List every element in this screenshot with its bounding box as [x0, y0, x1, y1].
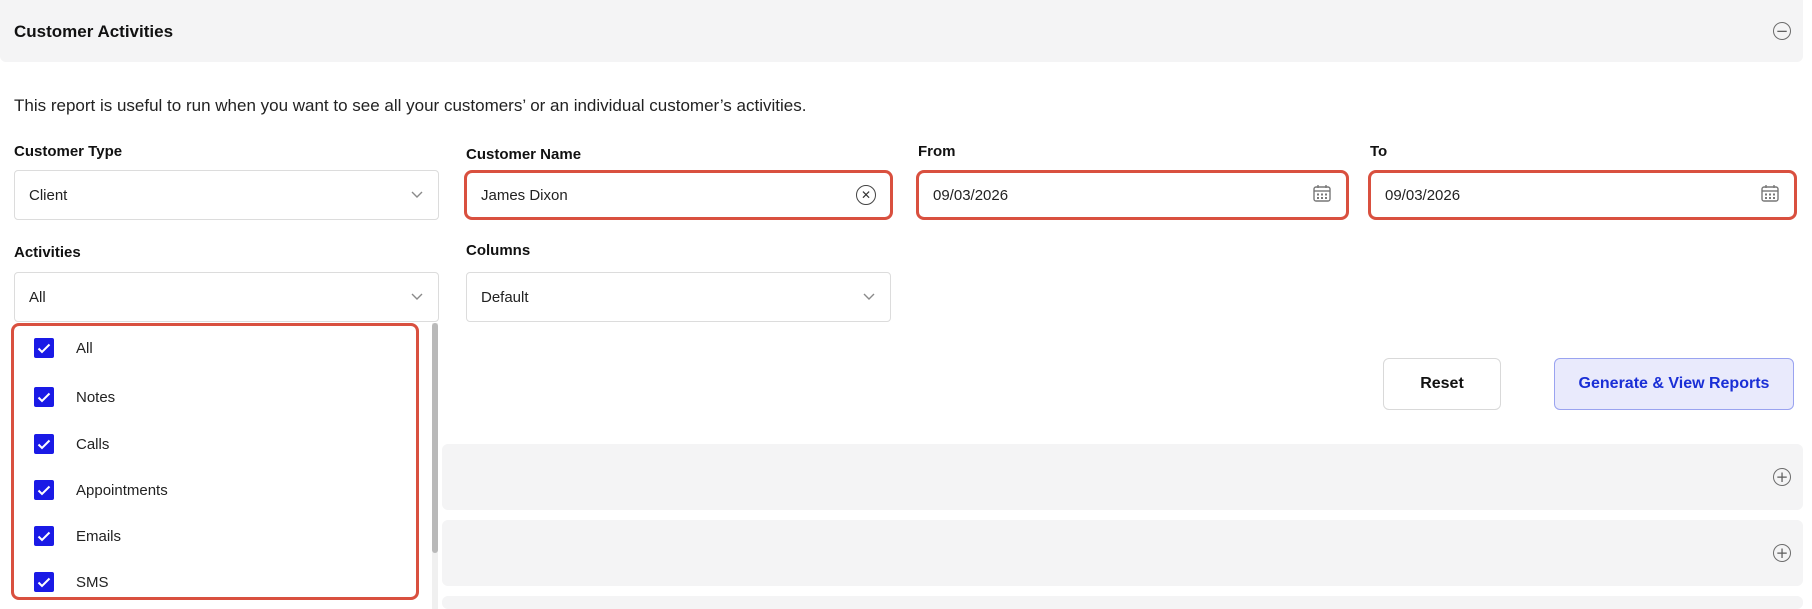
- to-date-field[interactable]: 09/03/2026: [1368, 170, 1797, 220]
- columns-select[interactable]: Default: [466, 272, 891, 322]
- activity-option-label: Notes: [76, 388, 116, 406]
- to-label: To: [1370, 143, 1388, 160]
- expand-icon[interactable]: +: [1773, 544, 1791, 562]
- activity-option-appointments[interactable]: Appointments: [34, 480, 168, 500]
- collapsed-report-section[interactable]: [442, 596, 1803, 609]
- activities-select[interactable]: All: [14, 272, 439, 322]
- activity-option-label: Emails: [76, 527, 122, 545]
- from-date-field[interactable]: 09/03/2026: [916, 170, 1349, 220]
- chevron-down-icon: [410, 290, 424, 304]
- checkbox-checked-icon[interactable]: [34, 387, 54, 407]
- activity-option-calls[interactable]: Calls: [34, 434, 109, 454]
- customer-type-select[interactable]: Client: [14, 170, 439, 220]
- dropdown-scrollbar-thumb[interactable]: [432, 323, 438, 553]
- activity-option-all[interactable]: All: [34, 338, 93, 358]
- clear-icon[interactable]: ✕: [856, 185, 876, 205]
- activities-label: Activities: [14, 244, 81, 261]
- checkbox-checked-icon[interactable]: [34, 338, 54, 358]
- customer-name-value: James Dixon: [481, 186, 568, 204]
- collapse-icon[interactable]: −: [1773, 22, 1791, 40]
- collapsed-report-section[interactable]: +: [442, 520, 1803, 586]
- chevron-down-icon: [862, 290, 876, 304]
- expand-icon[interactable]: +: [1773, 468, 1791, 486]
- activity-option-emails[interactable]: Emails: [34, 526, 121, 546]
- columns-value: Default: [481, 288, 529, 306]
- activities-dropdown: All Notes Calls Appointments Emails SMS: [11, 323, 419, 600]
- customer-name-field[interactable]: James Dixon ✕: [464, 170, 893, 220]
- customer-activities-header[interactable]: Customer Activities −: [0, 0, 1803, 62]
- columns-label: Columns: [466, 242, 531, 259]
- to-date-value: 09/03/2026: [1385, 186, 1461, 204]
- checkbox-checked-icon[interactable]: [34, 526, 54, 546]
- activity-option-sms[interactable]: SMS: [34, 572, 109, 592]
- calendar-icon[interactable]: [1760, 183, 1780, 207]
- section-title: Customer Activities: [14, 22, 174, 41]
- report-description: This report is useful to run when you wa…: [14, 96, 807, 115]
- activity-option-notes[interactable]: Notes: [34, 387, 115, 407]
- checkbox-checked-icon[interactable]: [34, 572, 54, 592]
- checkbox-checked-icon[interactable]: [34, 434, 54, 454]
- from-date-value: 09/03/2026: [933, 186, 1009, 204]
- activity-option-label: All: [76, 339, 93, 357]
- customer-type-value: Client: [29, 186, 68, 204]
- activity-option-label: Appointments: [76, 481, 168, 499]
- activity-option-label: Calls: [76, 435, 110, 453]
- generate-reports-button[interactable]: Generate & View Reports: [1554, 358, 1794, 410]
- chevron-down-icon: [410, 188, 424, 202]
- checkbox-checked-icon[interactable]: [34, 480, 54, 500]
- customer-type-label: Customer Type: [14, 143, 123, 160]
- collapsed-report-section[interactable]: +: [442, 444, 1803, 510]
- customer-name-label: Customer Name: [466, 146, 582, 163]
- reset-button[interactable]: Reset: [1383, 358, 1501, 410]
- activities-value: All: [29, 288, 46, 306]
- activity-option-label: SMS: [76, 573, 109, 591]
- calendar-icon[interactable]: [1312, 183, 1332, 207]
- from-label: From: [918, 143, 956, 160]
